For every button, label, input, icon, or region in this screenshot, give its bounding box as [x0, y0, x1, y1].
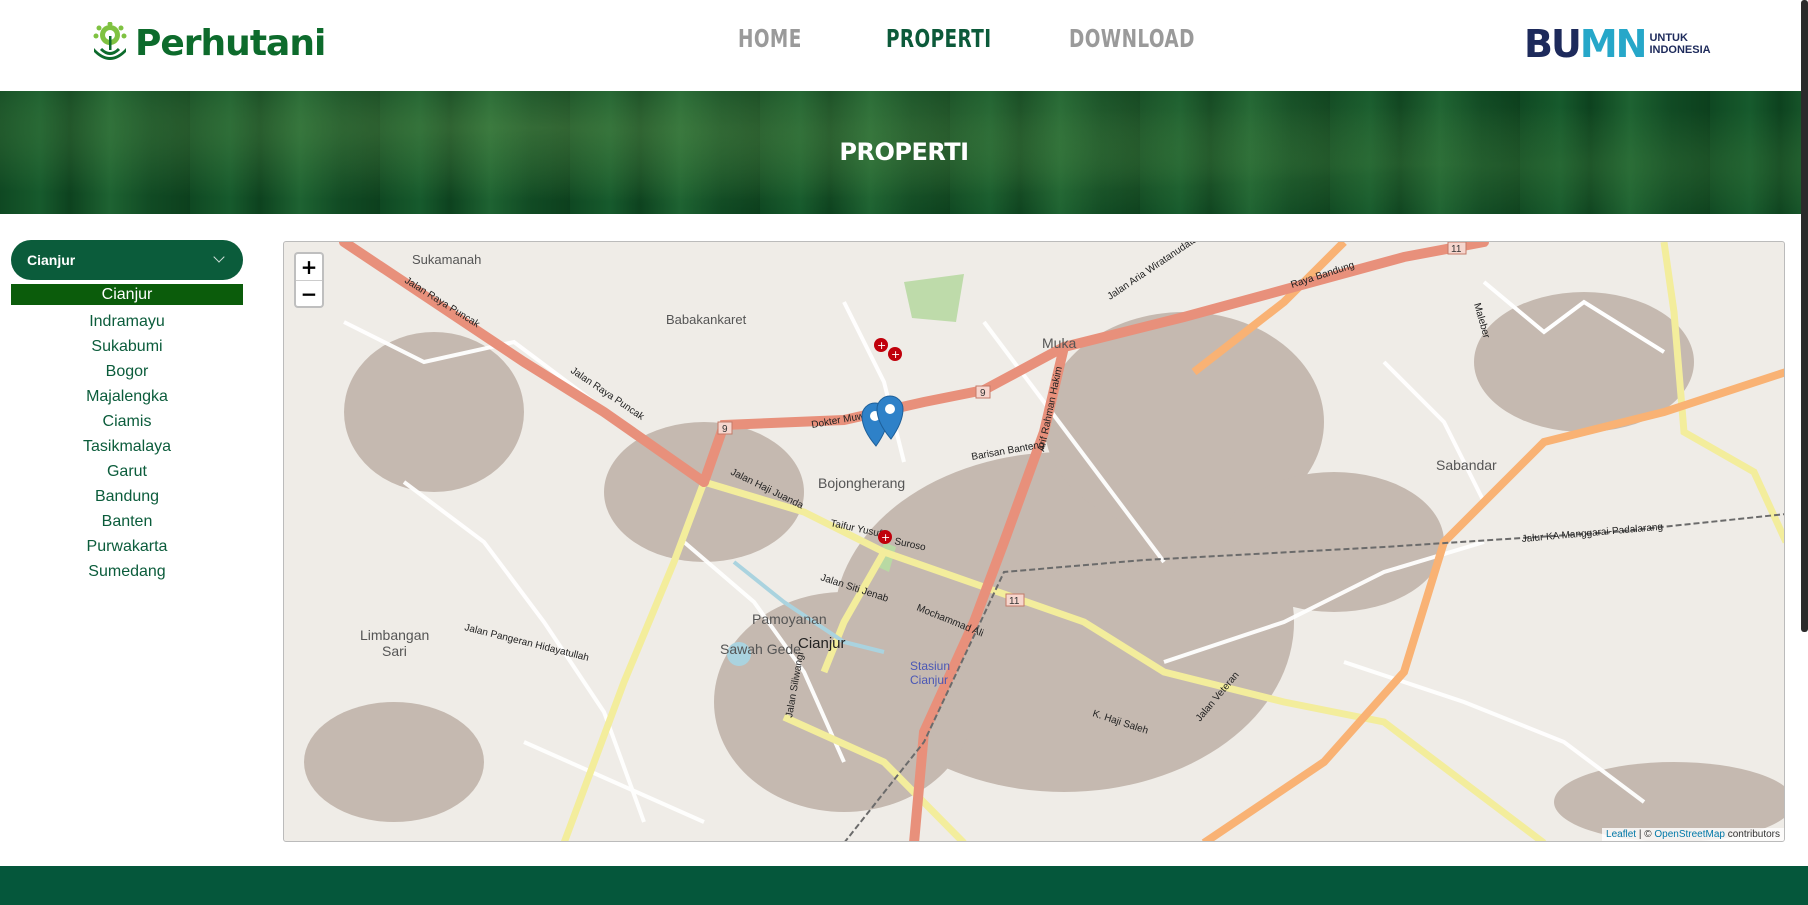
nav-download[interactable]: DOWNLOAD	[1069, 24, 1195, 53]
place-label: Sabandar	[1436, 457, 1497, 473]
leaflet-link[interactable]: Leaflet	[1606, 829, 1636, 840]
site-footer	[0, 866, 1808, 905]
region-option[interactable]: Bogor	[11, 359, 243, 384]
nav-home[interactable]: HOME	[738, 24, 802, 53]
region-option[interactable]: Bandung	[11, 484, 243, 509]
zoom-out-button[interactable]: −	[296, 280, 322, 306]
svg-text:Jalan Aria Wiratanudatar: Jalan Aria Wiratanudatar	[1106, 242, 1203, 302]
place-label: Pamoyanan	[752, 611, 827, 627]
place-label: Muka	[1042, 335, 1076, 351]
page-scrollbar[interactable]	[1801, 0, 1808, 632]
place-label: Babakankaret	[666, 312, 747, 327]
svg-text:+: +	[877, 339, 886, 352]
region-option[interactable]: Garut	[11, 459, 243, 484]
place-label: Stasiun	[910, 659, 950, 673]
place-label: Limbangan	[360, 627, 429, 643]
osm-link[interactable]: OpenStreetMap	[1654, 829, 1725, 840]
chevron-down-icon	[213, 251, 225, 263]
place-label: Cianjur	[798, 635, 846, 652]
region-options-list: Cianjur Indramayu Sukabumi Bogor Majalen…	[11, 284, 243, 584]
region-select[interactable]: Cianjur	[11, 240, 243, 280]
nav-properti[interactable]: PROPERTI	[886, 24, 992, 53]
region-option[interactable]: Sumedang	[11, 559, 243, 584]
svg-text:11: 11	[1009, 596, 1020, 607]
region-option[interactable]: Indramayu	[11, 309, 243, 334]
map-attribution: Leaflet | © OpenStreetMap contributors	[1602, 828, 1784, 841]
bumn-tagline: UNTUK INDONESIA	[1649, 32, 1711, 56]
svg-text:Jalan Raya Puncak: Jalan Raya Puncak	[402, 275, 482, 331]
zoom-controls: + −	[294, 252, 324, 308]
map-tiles[interactable]: 9 9 11 11 Sukamanah Babakankaret Muka Bo…	[284, 242, 1785, 842]
perhutani-logo[interactable]: Perhutani	[91, 22, 326, 64]
place-label: Sukamanah	[412, 252, 481, 267]
region-option-cianjur[interactable]: Cianjur	[11, 284, 243, 305]
svg-text:9: 9	[722, 424, 728, 435]
region-option[interactable]: Majalengka	[11, 384, 243, 409]
bumn-logo: BUMN UNTUK INDONESIA	[1524, 25, 1711, 63]
region-option[interactable]: Purwakarta	[11, 534, 243, 559]
page-title: PROPERTI	[839, 138, 969, 166]
zoom-in-button[interactable]: +	[296, 254, 322, 280]
place-label: Sari	[382, 643, 407, 659]
region-option[interactable]: Ciamis	[11, 409, 243, 434]
svg-text:Jalan Pangeran Hidayatullah: Jalan Pangeran Hidayatullah	[463, 622, 590, 664]
site-header: Perhutani HOME PROPERTI DOWNLOAD BUMN UN…	[0, 0, 1808, 91]
logo-wordmark: Perhutani	[135, 22, 326, 64]
region-option[interactable]: Sukabumi	[11, 334, 243, 359]
property-map[interactable]: 9 9 11 11 Sukamanah Babakankaret Muka Bo…	[283, 241, 1785, 842]
svg-text:+: +	[891, 348, 900, 361]
region-option[interactable]: Tasikmalaya	[11, 434, 243, 459]
svg-text:9: 9	[980, 388, 986, 399]
place-label: Bojongherang	[818, 475, 905, 491]
bumn-wordmark: BUMN	[1524, 22, 1647, 66]
place-label: Sawah Gede	[720, 641, 801, 657]
place-label: Cianjur	[910, 673, 948, 687]
tree-hand-icon	[93, 22, 127, 60]
svg-text:Maleber: Maleber	[1471, 302, 1492, 340]
region-option[interactable]: Banten	[11, 509, 243, 534]
svg-text:+: +	[881, 531, 890, 544]
svg-text:Jalur KA Manggarai-Padalarang: Jalur KA Manggarai-Padalarang	[1521, 522, 1663, 545]
page-banner: PROPERTI	[0, 91, 1808, 214]
region-select-value: Cianjur	[27, 252, 76, 268]
svg-text:11: 11	[1451, 244, 1462, 255]
